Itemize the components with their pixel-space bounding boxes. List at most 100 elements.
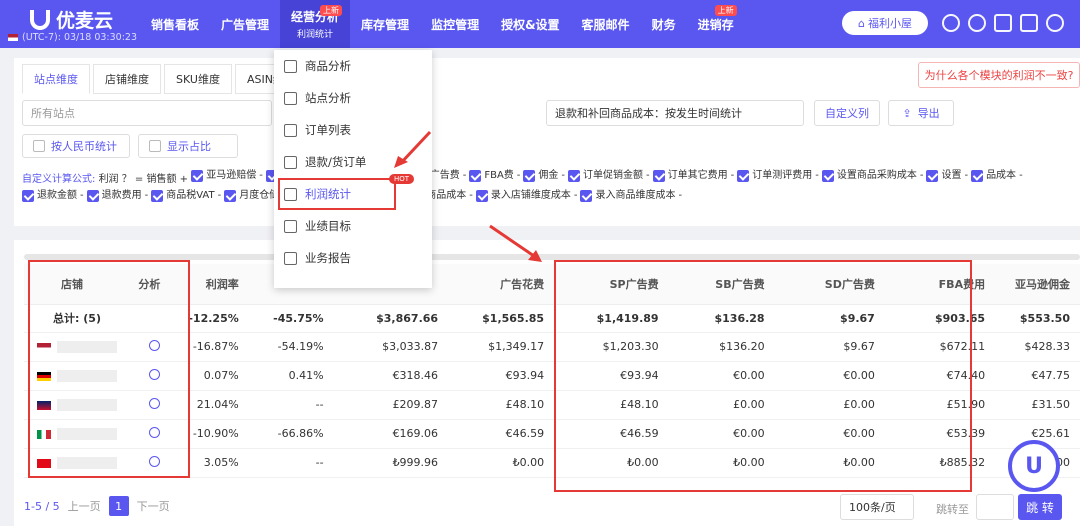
nav-service-email[interactable]: 客服邮件 — [571, 0, 641, 48]
column-header[interactable]: 亚马逊佣金 — [995, 264, 1080, 305]
formula-item[interactable]: 设置商品采购成本 - — [821, 168, 923, 184]
why-profit-differs-button[interactable]: 为什么各个模块的利润不一致? — [918, 62, 1080, 88]
checkbox-icon — [737, 170, 750, 182]
checkbox-icon — [580, 190, 593, 202]
checkbox-icon — [652, 170, 665, 182]
target-icon — [284, 219, 297, 233]
formula-label: 自定义计算公式: — [22, 174, 96, 185]
house-icon: ⌂ — [858, 16, 865, 30]
highlight-box-store — [28, 260, 190, 478]
floating-assistant-button[interactable]: U — [1008, 440, 1060, 492]
tab-sku[interactable]: SKU维度 — [164, 64, 232, 94]
logo-icon — [30, 9, 50, 30]
checkbox-icon — [523, 170, 536, 182]
checkbox-icon — [821, 170, 834, 182]
new-badge: 上新 — [320, 5, 343, 16]
formula-item[interactable]: 订单测评费用 - — [737, 168, 819, 184]
timezone-text: (UTC-7): 03/18 03:30:23 — [22, 32, 138, 43]
app-logo[interactable]: 优麦云 — [30, 6, 113, 33]
nav-sales-dashboard[interactable]: 销售看板 — [140, 0, 210, 48]
highlight-box-ad-fees — [554, 260, 972, 492]
checkbox-icon — [191, 170, 204, 182]
dropdown-item[interactable]: 商品分析 — [274, 50, 432, 82]
checkbox-icon — [86, 190, 99, 202]
checkbox-icon — [22, 190, 34, 202]
annotation-arrow — [394, 130, 432, 168]
custom-column-button[interactable]: 自定义列 — [814, 100, 880, 126]
app-name: 优麦云 — [56, 10, 114, 32]
checkbox-icon — [151, 190, 164, 202]
nav-business-analysis[interactable]: 上新 经营分析 利润统计 — [280, 0, 351, 48]
jump-label: 跳转至 — [936, 503, 969, 516]
filter-panel: 站点维度 店铺维度 SKU维度 ASIN维度 为什么各个模块的利润不一致? 所有… — [14, 58, 1080, 226]
checkbox-icon — [224, 190, 237, 202]
jump-button[interactable]: 跳 转 — [1018, 494, 1062, 520]
formula-item[interactable]: 品成本 - — [971, 168, 1023, 184]
bag-icon — [284, 59, 297, 73]
formula-item[interactable]: 订单其它费用 - — [652, 168, 734, 184]
page-number[interactable]: 1 — [108, 496, 129, 516]
formula-item[interactable]: 录入店铺维度成本 - — [475, 188, 577, 204]
formula-item[interactable]: 佣金 - — [523, 168, 565, 184]
report-icon — [284, 251, 297, 265]
formula-item[interactable]: 退款金额 - — [22, 188, 84, 204]
rmb-stat-checkbox[interactable]: 按人民币统计 — [22, 134, 130, 158]
message-icon[interactable] — [994, 14, 1012, 32]
dropdown-item[interactable]: 业务报告 — [274, 242, 432, 274]
refund-cost-select[interactable]: 退款和补回商品成本：按发生时间统计 — [546, 100, 804, 126]
formula-item[interactable]: 设置 - — [926, 168, 968, 184]
page-range: 1-5 / 5 — [24, 499, 60, 513]
timezone-display: (UTC-7): 03/18 03:30:23 — [8, 32, 137, 43]
dropdown-item[interactable]: 站点分析 — [274, 82, 432, 114]
globe-icon — [284, 91, 297, 105]
custom-formula: 自定义计算公式: 利润 ？ = 销售额 + 亚马逊赔偿 -SP广告费 -SB广告… — [22, 168, 1062, 208]
top-navigation-bar: 优麦云 (UTC-7): 03/18 03:30:23 销售看板 广告管理 上新… — [0, 0, 1080, 48]
hot-badge: HOT — [388, 174, 414, 184]
formula-item[interactable]: FBA费 - — [469, 168, 520, 184]
pagination: 1-5 / 5 上一页 1 下一页 — [24, 496, 170, 516]
dropdown-item[interactable]: 业绩目标 — [274, 210, 432, 242]
nav-sub-label: 利润统计 — [297, 30, 334, 40]
export-button[interactable]: ⇪ 导出 — [888, 100, 954, 126]
column-header[interactable]: 广告花费 — [448, 264, 555, 305]
checkbox-icon — [971, 170, 984, 182]
tab-store[interactable]: 店铺维度 — [93, 64, 161, 94]
dropdown-item[interactable]: 利润统计 HOT — [278, 174, 414, 210]
main-nav: 销售看板 广告管理 上新 经营分析 利润统计 库存管理 监控管理 授权&设置 客… — [140, 0, 745, 48]
formula-item[interactable]: 录入商品维度成本 - — [580, 188, 682, 204]
formula-item[interactable]: 退款费用 - — [86, 188, 148, 204]
nav-inventory[interactable]: 库存管理 — [350, 0, 420, 48]
new-badge: 上新 — [714, 5, 737, 16]
checkbox-icon — [568, 170, 581, 182]
bell-icon[interactable] — [1046, 14, 1064, 32]
cart-icon[interactable] — [1020, 14, 1038, 32]
pie-icon — [284, 187, 297, 201]
formula-item[interactable]: 订单促销金额 - — [568, 168, 650, 184]
formula-item[interactable]: 商品税VAT - — [151, 188, 221, 204]
nav-ad-management[interactable]: 广告管理 — [210, 0, 280, 48]
formula-head: 利润 ？ = 销售额 + — [98, 174, 189, 185]
nav-finance[interactable]: 财务 — [641, 0, 687, 48]
formula-item[interactable]: 亚马逊赔偿 - — [191, 168, 263, 184]
us-flag-icon — [8, 34, 18, 41]
nav-purchase-sales[interactable]: 上新 进销存 — [687, 0, 745, 48]
refund-icon — [284, 155, 297, 169]
per-page-select[interactable]: 100条/页 — [840, 494, 914, 520]
next-page[interactable]: 下一页 — [137, 498, 170, 514]
prev-page[interactable]: 上一页 — [68, 498, 101, 514]
nav-auth-settings[interactable]: 授权&设置 — [490, 0, 570, 48]
dimension-tabs: 站点维度 店铺维度 SKU维度 ASIN维度 — [22, 64, 310, 94]
checkbox-icon — [475, 190, 488, 202]
tab-site[interactable]: 站点维度 — [22, 64, 90, 94]
upload-icon: ⇪ — [902, 106, 912, 120]
support-icon[interactable] — [942, 14, 960, 32]
list-icon — [284, 123, 297, 137]
help-icon[interactable] — [968, 14, 986, 32]
checkbox-icon — [469, 170, 482, 182]
site-select[interactable]: 所有站点 — [22, 100, 272, 126]
show-ratio-checkbox[interactable]: 显示占比 — [138, 134, 238, 158]
welfare-button[interactable]: ⌂ 福利小屋 — [842, 11, 928, 35]
checkbox-icon — [926, 170, 939, 182]
jump-input[interactable] — [976, 494, 1014, 520]
nav-monitoring[interactable]: 监控管理 — [420, 0, 490, 48]
